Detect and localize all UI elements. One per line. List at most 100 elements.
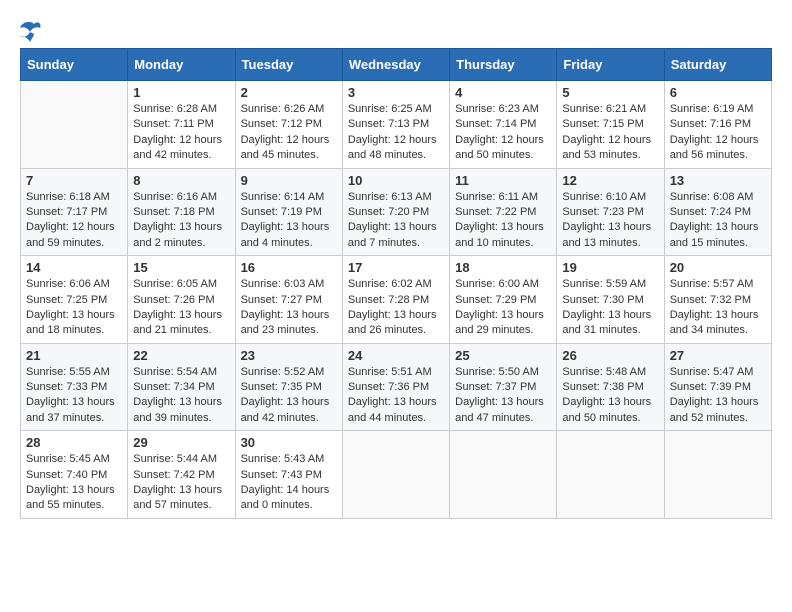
- calendar-cell: 6 Sunrise: 6:19 AM Sunset: 7:16 PM Daylig…: [664, 81, 771, 169]
- day-info: Sunrise: 5:57 AM Sunset: 7:32 PM Dayligh…: [670, 277, 766, 339]
- calendar-cell: 25 Sunrise: 5:50 AM Sunset: 7:37 PM Dayli…: [450, 343, 557, 431]
- day-number: 11: [455, 173, 551, 188]
- day-number: 29: [133, 435, 229, 450]
- calendar-cell: 19 Sunrise: 5:59 AM Sunset: 7:30 PM Dayli…: [557, 256, 664, 344]
- day-number: 2: [241, 85, 337, 100]
- calendar-cell: 20Sunrise: 5:57 AM Sunset: 7:32 PM Dayli…: [664, 256, 771, 344]
- day-info: Sunrise: 6:06 AM Sunset: 7:25 PM Dayligh…: [26, 277, 122, 339]
- calendar-header-row: SundayMondayTuesdayWednesdayThursdayFrid…: [21, 49, 772, 81]
- day-number: 24: [348, 348, 444, 363]
- day-info: Sunrise: 6:08 AM Sunset: 7:24 PM Dayligh…: [670, 190, 766, 252]
- calendar-week-row: 7 Sunrise: 6:18 AM Sunset: 7:17 PM Daylig…: [21, 168, 772, 256]
- calendar-cell: [450, 431, 557, 519]
- day-info: Sunrise: 5:44 AM Sunset: 7:42 PM Dayligh…: [133, 452, 229, 514]
- calendar-week-row: 28 Sunrise: 5:45 AM Sunset: 7:40 PM Dayli…: [21, 431, 772, 519]
- day-info: Sunrise: 6:03 AM Sunset: 7:27 PM Dayligh…: [241, 277, 337, 339]
- day-number: 23: [241, 348, 337, 363]
- day-info: Sunrise: 5:55 AM Sunset: 7:33 PM Dayligh…: [26, 365, 122, 427]
- day-info: Sunrise: 6:21 AM Sunset: 7:15 PM Dayligh…: [562, 102, 658, 164]
- calendar-header-monday: Monday: [128, 49, 235, 81]
- day-info: Sunrise: 5:47 AM Sunset: 7:39 PM Dayligh…: [670, 365, 766, 427]
- day-number: 12: [562, 173, 658, 188]
- calendar-week-row: 1 Sunrise: 6:28 AM Sunset: 7:11 PM Daylig…: [21, 81, 772, 169]
- calendar-cell: 21 Sunrise: 5:55 AM Sunset: 7:33 PM Dayli…: [21, 343, 128, 431]
- calendar-cell: 8Sunrise: 6:16 AM Sunset: 7:18 PM Daylig…: [128, 168, 235, 256]
- day-number: 10: [348, 173, 444, 188]
- calendar-cell: 13 Sunrise: 6:08 AM Sunset: 7:24 PM Dayli…: [664, 168, 771, 256]
- day-info: Sunrise: 5:54 AM Sunset: 7:34 PM Dayligh…: [133, 365, 229, 427]
- calendar-header-thursday: Thursday: [450, 49, 557, 81]
- calendar-cell: 23 Sunrise: 5:52 AM Sunset: 7:35 PM Dayli…: [235, 343, 342, 431]
- day-number: 9: [241, 173, 337, 188]
- day-number: 13: [670, 173, 766, 188]
- day-number: 7: [26, 173, 122, 188]
- header: [20, 20, 772, 42]
- calendar-cell: 3 Sunrise: 6:25 AM Sunset: 7:13 PM Daylig…: [342, 81, 449, 169]
- day-number: 15: [133, 260, 229, 275]
- day-number: 27: [670, 348, 766, 363]
- day-info: Sunrise: 6:13 AM Sunset: 7:20 PM Dayligh…: [348, 190, 444, 252]
- calendar-cell: 9Sunrise: 6:14 AM Sunset: 7:19 PM Daylig…: [235, 168, 342, 256]
- day-info: Sunrise: 5:43 AM Sunset: 7:43 PM Dayligh…: [241, 452, 337, 514]
- day-info: Sunrise: 6:26 AM Sunset: 7:12 PM Dayligh…: [241, 102, 337, 164]
- calendar-cell: 29 Sunrise: 5:44 AM Sunset: 7:42 PM Dayli…: [128, 431, 235, 519]
- calendar-cell: 27 Sunrise: 5:47 AM Sunset: 7:39 PM Dayli…: [664, 343, 771, 431]
- day-info: Sunrise: 5:50 AM Sunset: 7:37 PM Dayligh…: [455, 365, 551, 427]
- calendar-header-saturday: Saturday: [664, 49, 771, 81]
- calendar-cell: 12 Sunrise: 6:10 AM Sunset: 7:23 PM Dayli…: [557, 168, 664, 256]
- day-number: 18: [455, 260, 551, 275]
- day-info: Sunrise: 5:45 AM Sunset: 7:40 PM Dayligh…: [26, 452, 122, 514]
- calendar-week-row: 14 Sunrise: 6:06 AM Sunset: 7:25 PM Dayli…: [21, 256, 772, 344]
- day-number: 14: [26, 260, 122, 275]
- day-info: Sunrise: 5:51 AM Sunset: 7:36 PM Dayligh…: [348, 365, 444, 427]
- day-number: 26: [562, 348, 658, 363]
- calendar-cell: 28 Sunrise: 5:45 AM Sunset: 7:40 PM Dayli…: [21, 431, 128, 519]
- day-info: Sunrise: 6:23 AM Sunset: 7:14 PM Dayligh…: [455, 102, 551, 164]
- calendar-cell: [21, 81, 128, 169]
- day-number: 21: [26, 348, 122, 363]
- calendar-header-wednesday: Wednesday: [342, 49, 449, 81]
- calendar-cell: 15 Sunrise: 6:05 AM Sunset: 7:26 PM Dayli…: [128, 256, 235, 344]
- day-number: 30: [241, 435, 337, 450]
- calendar-table: SundayMondayTuesdayWednesdayThursdayFrid…: [20, 48, 772, 519]
- calendar-week-row: 21 Sunrise: 5:55 AM Sunset: 7:33 PM Dayli…: [21, 343, 772, 431]
- day-info: Sunrise: 6:18 AM Sunset: 7:17 PM Dayligh…: [26, 190, 122, 252]
- calendar-cell: 1 Sunrise: 6:28 AM Sunset: 7:11 PM Daylig…: [128, 81, 235, 169]
- calendar-cell: [664, 431, 771, 519]
- logo: [20, 20, 52, 42]
- day-number: 19: [562, 260, 658, 275]
- calendar-cell: 5 Sunrise: 6:21 AM Sunset: 7:15 PM Daylig…: [557, 81, 664, 169]
- day-number: 25: [455, 348, 551, 363]
- day-info: Sunrise: 6:10 AM Sunset: 7:23 PM Dayligh…: [562, 190, 658, 252]
- calendar-cell: 10 Sunrise: 6:13 AM Sunset: 7:20 PM Dayli…: [342, 168, 449, 256]
- day-info: Sunrise: 5:48 AM Sunset: 7:38 PM Dayligh…: [562, 365, 658, 427]
- calendar-cell: 22 Sunrise: 5:54 AM Sunset: 7:34 PM Dayli…: [128, 343, 235, 431]
- day-number: 3: [348, 85, 444, 100]
- day-info: Sunrise: 6:05 AM Sunset: 7:26 PM Dayligh…: [133, 277, 229, 339]
- calendar-cell: [342, 431, 449, 519]
- day-info: Sunrise: 6:19 AM Sunset: 7:16 PM Dayligh…: [670, 102, 766, 164]
- day-info: Sunrise: 6:02 AM Sunset: 7:28 PM Dayligh…: [348, 277, 444, 339]
- day-number: 4: [455, 85, 551, 100]
- calendar-cell: 7 Sunrise: 6:18 AM Sunset: 7:17 PM Daylig…: [21, 168, 128, 256]
- day-number: 22: [133, 348, 229, 363]
- calendar-cell: 16Sunrise: 6:03 AM Sunset: 7:27 PM Dayli…: [235, 256, 342, 344]
- calendar-cell: 18 Sunrise: 6:00 AM Sunset: 7:29 PM Dayli…: [450, 256, 557, 344]
- day-number: 6: [670, 85, 766, 100]
- calendar-cell: 30 Sunrise: 5:43 AM Sunset: 7:43 PM Dayli…: [235, 431, 342, 519]
- calendar-header-sunday: Sunday: [21, 49, 128, 81]
- day-info: Sunrise: 6:16 AM Sunset: 7:18 PM Dayligh…: [133, 190, 229, 252]
- day-info: Sunrise: 6:00 AM Sunset: 7:29 PM Dayligh…: [455, 277, 551, 339]
- day-info: Sunrise: 6:25 AM Sunset: 7:13 PM Dayligh…: [348, 102, 444, 164]
- day-number: 5: [562, 85, 658, 100]
- day-number: 1: [133, 85, 229, 100]
- calendar-header-tuesday: Tuesday: [235, 49, 342, 81]
- day-info: Sunrise: 5:52 AM Sunset: 7:35 PM Dayligh…: [241, 365, 337, 427]
- calendar-cell: 24 Sunrise: 5:51 AM Sunset: 7:36 PM Dayli…: [342, 343, 449, 431]
- day-info: Sunrise: 6:11 AM Sunset: 7:22 PM Dayligh…: [455, 190, 551, 252]
- calendar-cell: 14 Sunrise: 6:06 AM Sunset: 7:25 PM Dayli…: [21, 256, 128, 344]
- day-info: Sunrise: 6:28 AM Sunset: 7:11 PM Dayligh…: [133, 102, 229, 164]
- day-info: Sunrise: 5:59 AM Sunset: 7:30 PM Dayligh…: [562, 277, 658, 339]
- calendar-cell: 2 Sunrise: 6:26 AM Sunset: 7:12 PM Daylig…: [235, 81, 342, 169]
- day-number: 28: [26, 435, 122, 450]
